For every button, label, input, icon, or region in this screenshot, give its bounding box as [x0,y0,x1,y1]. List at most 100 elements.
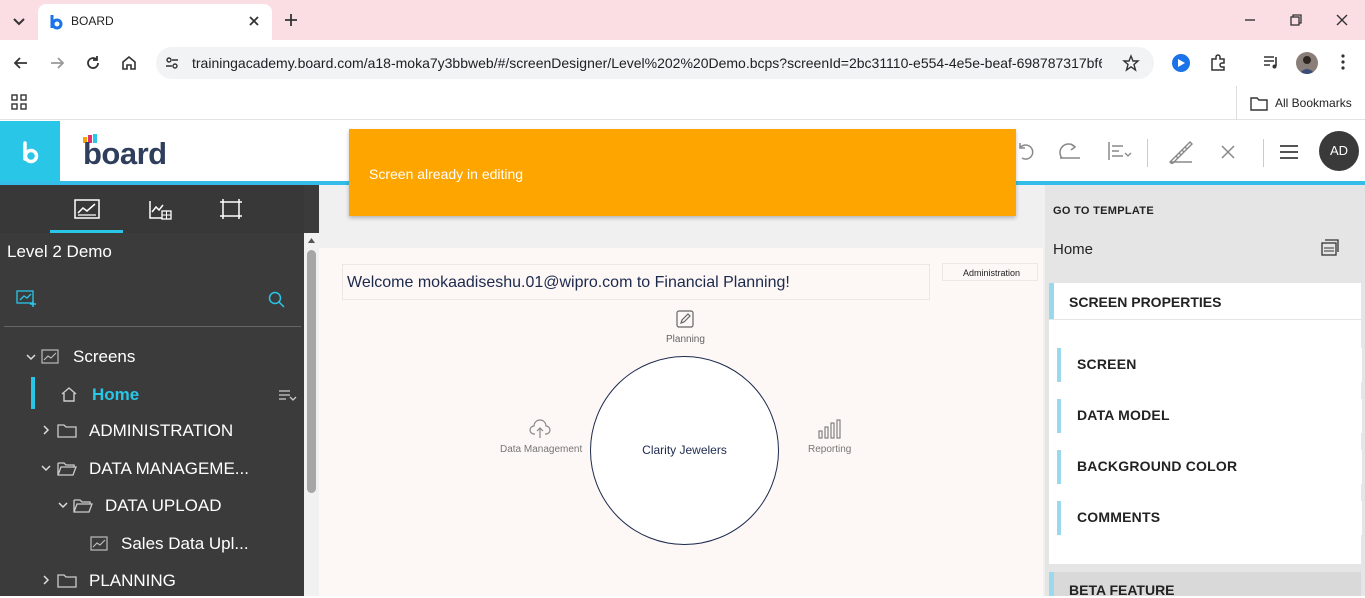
tab-screens[interactable] [50,185,123,233]
beta-feature-header[interactable]: BETA FEATURE [1049,572,1361,598]
search-tree-button[interactable] [268,291,286,309]
browser-menu-button[interactable] [1333,52,1353,72]
prop-background-color[interactable]: BACKGROUND COLOR [1057,450,1362,484]
center-label: Clarity Jewelers [642,443,727,457]
bar-chart-icon [818,419,841,439]
tree-node-data-management[interactable]: DATA MANAGEME... [40,456,300,482]
hamburger-icon [1280,145,1298,159]
star-icon [1122,54,1140,72]
add-screen-button[interactable] [16,290,36,308]
folder-open-icon [73,499,93,513]
apps-grid-icon [11,94,27,110]
tree-node-home[interactable]: Home [58,381,298,407]
prop-data-model[interactable]: DATA MODEL [1057,399,1362,433]
ruler-pencil-icon [1169,141,1193,164]
screen-properties-header[interactable]: SCREEN PROPERTIES [1049,283,1361,319]
browser-tab[interactable]: BOARD [38,4,272,40]
close-window-button[interactable] [1332,10,1352,30]
tree-label-home: Home [92,385,140,404]
toast-message: Screen already in editing [369,166,524,182]
copilot-extension-button[interactable] [1170,52,1192,74]
capsule-title: Level 2 Demo [7,242,112,261]
align-left-icon [1108,142,1132,160]
new-tab-button[interactable] [281,10,301,30]
apps-button[interactable] [11,94,27,110]
screen-icon [90,536,108,551]
tree-node-screens[interactable]: Screens [25,345,295,369]
forward-button[interactable] [47,53,67,73]
tab-title: BOARD [71,14,114,28]
cloud-upload-icon [529,419,551,438]
browser-tab-strip: BOARD [0,0,1365,40]
chevron-down-icon [13,18,25,26]
tree-node-administration[interactable]: ADMINISTRATION [40,418,300,444]
sidebar-scrollbar-thumb[interactable] [307,250,316,493]
tree-node-sales-data-upload[interactable]: Sales Data Upl... [88,531,298,557]
profile-avatar[interactable] [1296,52,1318,74]
extensions-button[interactable] [1207,52,1229,74]
board-menu-button[interactable] [0,121,60,185]
site-info-icon[interactable] [164,55,180,71]
tab-data-views[interactable] [146,185,176,233]
close-editor-button[interactable] [1219,143,1237,161]
tab-search-button[interactable] [8,10,30,32]
close-icon [249,16,259,26]
frame-layout-icon [220,199,242,219]
close-tab-button[interactable] [246,13,262,29]
notification-toast: Screen already in editing [349,129,1016,216]
active-indicator [31,377,35,409]
minimize-button[interactable] [1240,10,1260,30]
header-divider [1147,139,1148,167]
restore-button[interactable] [1286,10,1306,30]
prop-comments-label: COMMENTS [1077,509,1161,525]
redo-icon [1059,143,1080,159]
reporting-button[interactable]: Reporting [795,418,865,458]
tree-node-data-upload[interactable]: DATA UPLOAD [57,493,297,519]
go-to-template-button[interactable] [1321,239,1339,257]
tree-label-data-upload: DATA UPLOAD [105,496,222,515]
administration-button[interactable]: Administration [942,263,1038,281]
plus-icon [285,14,297,26]
folder-icon [1250,97,1268,111]
welcome-label-box[interactable]: Welcome mokaadiseshu.01@wipro.com to Fin… [342,264,930,300]
go-to-template-label: GO TO TEMPLATE [1053,205,1154,217]
planning-button[interactable]: Planning [646,306,724,346]
design-mode-button[interactable] [1168,140,1194,164]
screen-chart-icon [74,199,100,219]
undo-button[interactable] [1014,140,1036,162]
close-icon [1336,14,1348,26]
minimize-icon [1245,19,1255,21]
data-management-button[interactable]: Data Management [496,418,586,458]
arrow-left-icon [13,57,27,69]
redo-button[interactable] [1058,140,1082,162]
playlist-icon [1264,56,1277,69]
user-avatar[interactable]: AD [1319,131,1359,171]
all-bookmarks-label: All Bookmarks [1275,96,1352,110]
home-button[interactable] [119,53,139,73]
home-icon [61,387,77,402]
url-text: trainingacademy.board.com/a18-moka7y3bbw… [192,55,1102,71]
reload-button[interactable] [83,53,103,73]
folder-open-icon [57,462,77,476]
person-icon [1299,56,1315,74]
bookmark-star-button[interactable] [1122,54,1140,72]
chevron-down-icon [58,502,68,509]
edit-icon [676,310,694,328]
tree-label-sales-data-upload: Sales Data Upl... [121,534,249,553]
media-control-button[interactable] [1261,52,1281,72]
tree-node-planning[interactable]: PLANNING [40,568,300,594]
address-bar[interactable]: trainingacademy.board.com/a18-moka7y3bbw… [156,47,1154,79]
back-button[interactable] [11,53,31,73]
main-menu-button[interactable] [1278,142,1300,162]
prop-screen[interactable]: SCREEN [1057,348,1362,382]
template-value[interactable]: Home [1053,241,1093,258]
close-icon [1221,145,1235,159]
tree-label-administration: ADMINISTRATION [89,421,234,440]
screen-properties-label: SCREEN PROPERTIES [1069,294,1222,310]
folder-icon [57,424,77,438]
tab-layout[interactable] [218,185,248,233]
center-circle[interactable]: Clarity Jewelers [590,356,779,545]
align-button[interactable] [1107,140,1133,162]
prop-comments[interactable]: COMMENTS [1057,501,1362,535]
tree-label-screens: Screens [73,347,136,366]
